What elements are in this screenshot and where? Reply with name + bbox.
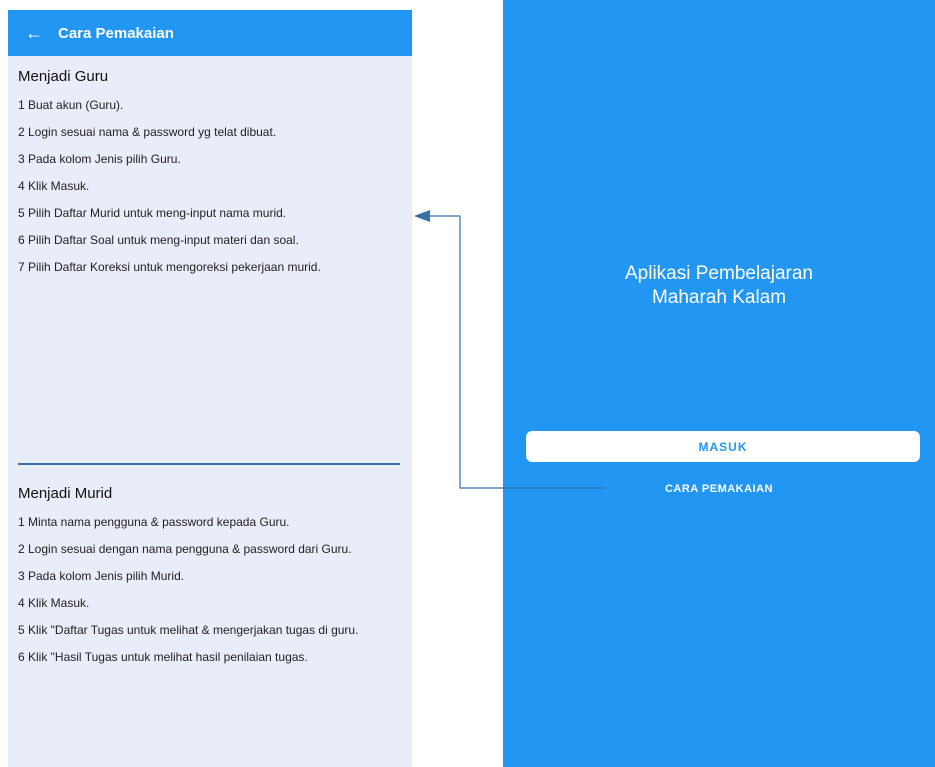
step-text: Pilih Daftar Murid untuk meng-input nama…	[28, 206, 287, 220]
step-text: Klik "Hasil Tugas untuk melihat hasil pe…	[28, 650, 308, 664]
home-screen: Aplikasi Pembelajaran Maharah Kalam MASU…	[503, 0, 935, 767]
cara-pemakaian-screen: ← Cara Pemakaian Menjadi Guru 1 Buat akun…	[8, 10, 412, 767]
murid-step-6: 6 Klik "Hasil Tugas untuk melihat hasil p…	[18, 650, 398, 664]
step-number: 5	[18, 206, 25, 220]
murid-steps-list: 1 Minta nama pengguna & password kepada G…	[18, 515, 398, 677]
murid-step-1: 1 Minta nama pengguna & password kepada G…	[18, 515, 398, 529]
step-number: 6	[18, 650, 25, 664]
step-text: Pilih Daftar Koreksi untuk mengoreksi pe…	[28, 260, 321, 274]
arrow-head-icon	[414, 210, 430, 222]
murid-step-2: 2 Login sesuai dengan nama pengguna & pas…	[18, 542, 398, 556]
step-text: Login sesuai nama & password yg telat di…	[28, 125, 277, 139]
step-number: 6	[18, 233, 25, 247]
step-number: 3	[18, 569, 25, 583]
step-text: Minta nama pengguna & password kepada Gu…	[28, 515, 290, 529]
arrow-left-icon[interactable]: ←	[14, 23, 54, 44]
guru-step-4: 4 Klik Masuk.	[18, 179, 398, 193]
guru-step-7: 7 Pilih Daftar Koreksi untuk mengoreksi p…	[18, 260, 398, 274]
step-number: 2	[18, 542, 25, 556]
step-text: Klik Masuk.	[28, 596, 90, 610]
guru-step-5: 5 Pilih Daftar Murid untuk meng-input nam…	[18, 206, 398, 220]
step-number: 7	[18, 260, 25, 274]
step-number: 2	[18, 125, 25, 139]
guru-step-6: 6 Pilih Daftar Soal untuk meng-input mate…	[18, 233, 398, 247]
section-title-guru: Menjadi Guru	[18, 68, 109, 85]
masuk-button[interactable]: MASUK	[526, 431, 920, 462]
murid-step-4: 4 Klik Masuk.	[18, 596, 398, 610]
app-name: Aplikasi Pembelajaran Maharah Kalam	[503, 262, 935, 310]
step-text: Pada kolom Jenis pilih Murid.	[28, 569, 185, 583]
app-name-line-2: Maharah Kalam	[651, 287, 787, 308]
step-number: 3	[18, 152, 25, 166]
guru-steps-list: 1 Buat akun (Guru). 2 Login sesuai nama & p…	[18, 98, 398, 287]
step-number: 1	[18, 515, 25, 529]
guru-step-3: 3 Pada kolom Jenis pilih Guru.	[18, 152, 398, 166]
step-text: Pilih Daftar Soal untuk meng-input mater…	[28, 233, 299, 247]
step-text: Login sesuai dengan nama pengguna & pass…	[28, 542, 352, 556]
murid-step-5: 5 Klik "Daftar Tugas untuk melihat & meng…	[18, 623, 398, 637]
step-text: Klik "Daftar Tugas untuk melihat & menge…	[28, 623, 359, 637]
step-number: 4	[18, 596, 25, 610]
cara-pemakaian-button[interactable]: CARA PEMAKAIAN	[503, 483, 935, 495]
section-divider	[18, 463, 400, 465]
app-name-line-1: Aplikasi Pembelajaran	[625, 263, 813, 284]
step-text: Klik Masuk.	[28, 179, 90, 193]
murid-step-3: 3 Pada kolom Jenis pilih Murid.	[18, 569, 398, 583]
step-number: 4	[18, 179, 25, 193]
app-bar: ← Cara Pemakaian	[8, 10, 412, 56]
step-text: Pada kolom Jenis pilih Guru.	[28, 152, 181, 166]
guru-step-1: 1 Buat akun (Guru).	[18, 98, 398, 112]
guru-step-2: 2 Login sesuai nama & password yg telat d…	[18, 125, 398, 139]
step-number: 1	[18, 98, 25, 112]
page-title: Cara Pemakaian	[58, 24, 174, 42]
step-number: 5	[18, 623, 25, 637]
step-text: Buat akun (Guru).	[28, 98, 124, 112]
section-title-murid: Menjadi Murid	[18, 485, 113, 502]
